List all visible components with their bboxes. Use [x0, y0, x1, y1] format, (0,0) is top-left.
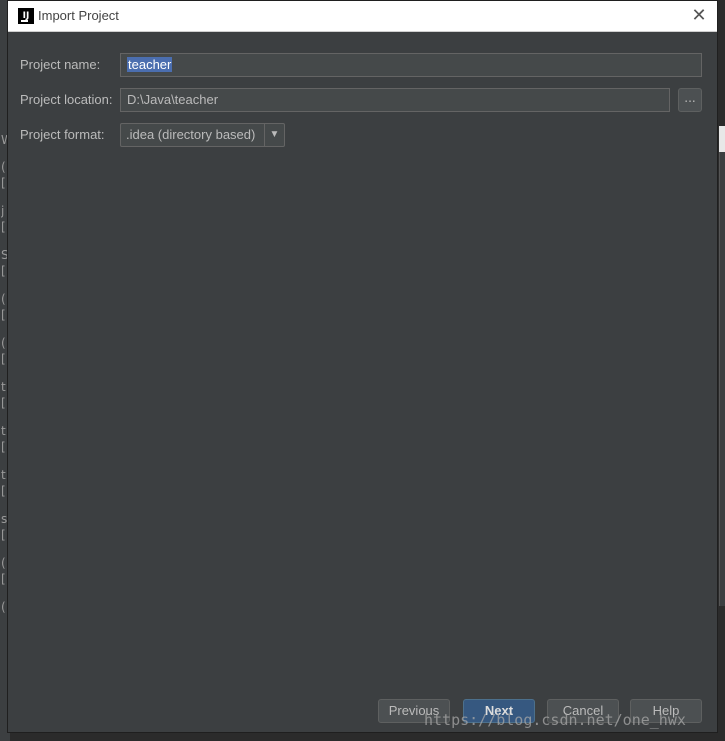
project-name-value: teacher: [127, 57, 173, 72]
close-icon[interactable]: ✕: [687, 4, 711, 28]
window-title: Import Project: [38, 8, 119, 23]
project-name-label: Project name:: [20, 57, 101, 72]
title-bar[interactable]: IJ Import Project ✕: [8, 1, 717, 32]
project-format-label: Project format:: [20, 127, 105, 142]
intellij-icon: IJ: [18, 8, 34, 24]
watermark-text: https://blog.csdn.net/one_hwx: [424, 711, 686, 729]
chevron-down-icon[interactable]: ▼: [264, 124, 284, 146]
import-project-dialog: IJ Import Project ✕ Project name: teache…: [7, 0, 718, 733]
background-window-box: [719, 126, 725, 152]
project-location-input[interactable]: D:\Java\teacher: [120, 88, 670, 112]
project-name-input[interactable]: teacher: [120, 53, 702, 77]
background-window-edge: [719, 126, 725, 606]
browse-button[interactable]: ...: [678, 88, 702, 112]
project-format-select[interactable]: .idea (directory based) ▼: [120, 123, 285, 147]
project-format-value: .idea (directory based): [126, 127, 256, 142]
project-location-label: Project location:: [20, 92, 113, 107]
